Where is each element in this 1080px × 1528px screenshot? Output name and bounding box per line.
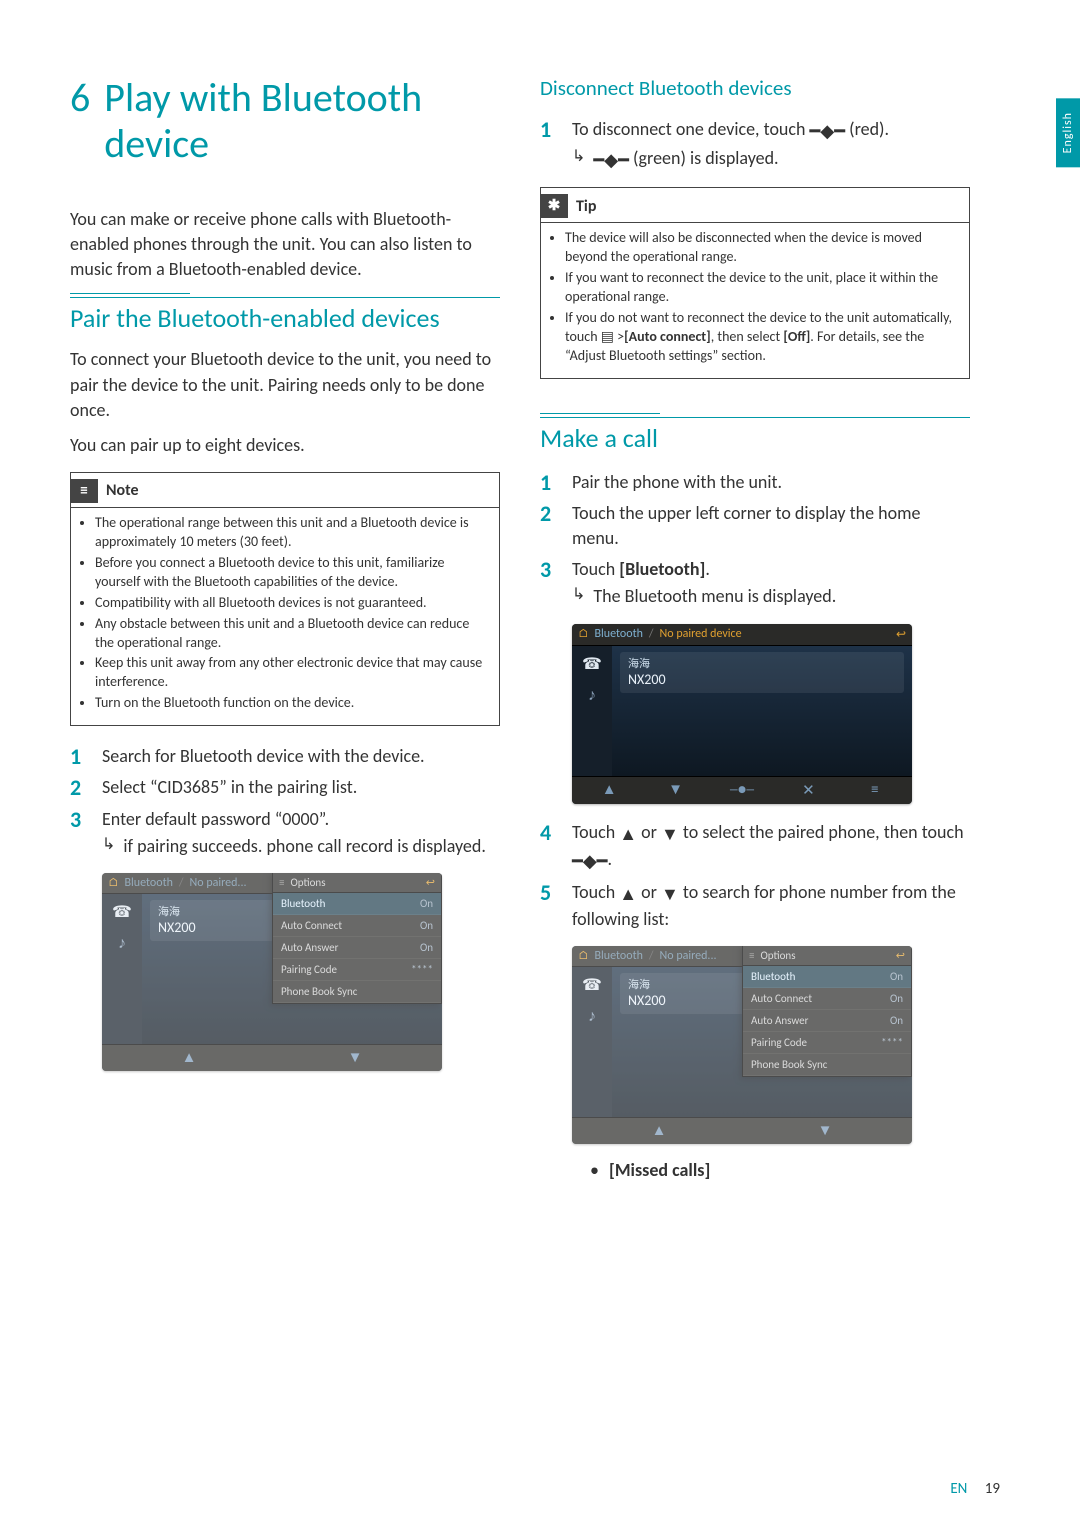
step-text: Select “CID3685” in the pairing list. [102, 775, 500, 800]
step-number: 1 [540, 117, 560, 173]
note-item: The operational range between this unit … [95, 514, 487, 552]
menu-icon: ≡ [279, 876, 284, 889]
up-icon: ▲ [106, 1049, 272, 1067]
tip-item: If you do not want to reconnect the devi… [565, 309, 957, 366]
up-icon: ▲ [576, 1122, 742, 1140]
options-panel: ≡ Options ↩ BluetoothOn Auto ConnectOn A… [742, 946, 912, 1077]
step-text: Search for Bluetooth device with the dev… [102, 744, 500, 769]
menu-icon: ≡ [749, 949, 754, 962]
call-list: • [Missed calls] [590, 1158, 970, 1183]
chapter-title: 6 Play with Bluetooth device [70, 75, 500, 167]
note-icon: ≡ [70, 479, 98, 503]
note-item: Keep this unit away from any other elect… [95, 654, 487, 692]
step-number: 3 [70, 807, 90, 859]
music-icon: ♪ [588, 1007, 596, 1026]
tip-label: Tip [576, 196, 596, 218]
step-number: 2 [70, 775, 90, 800]
tip-item: The device will also be disconnected whe… [565, 229, 957, 267]
disconnect-heading: Disconnect Bluetooth devices [540, 75, 970, 101]
page-body: 6 Play with Bluetooth device You can mak… [0, 0, 1080, 1237]
music-icon: ♪ [118, 934, 126, 953]
phone-icon: ☎ [582, 654, 602, 674]
step-text: Touch ▲ or ▼ to select the paired phone,… [572, 820, 970, 874]
note-item: Turn on the Bluetooth function on the de… [95, 694, 487, 713]
pair-steps: 1 Search for Bluetooth device with the d… [70, 744, 500, 859]
step-number: 5 [540, 880, 560, 932]
note-item: Any obstacle between this unit and a Blu… [95, 615, 487, 653]
result-arrow-icon: ↳ [572, 584, 585, 609]
pair-paragraph-2: You can pair up to eight devices. [70, 433, 500, 458]
result-arrow-icon: ↳ [102, 834, 115, 859]
options-panel: ≡ Options ↩ BluetoothOn Auto ConnectOn A… [272, 873, 442, 1004]
step-number: 1 [70, 744, 90, 769]
make-call-heading: Make a call [540, 417, 970, 454]
step-number: 4 [540, 820, 560, 874]
menu-icon: ≡ [842, 781, 908, 800]
step-number: 1 [540, 470, 560, 495]
phone-icon: ☎ [582, 975, 602, 995]
up-arrow-icon: ▲ [619, 822, 637, 847]
page-footer: EN 19 [950, 1480, 1000, 1498]
note-item: Compatibility with all Bluetooth devices… [95, 594, 487, 613]
close-icon: ✕ [775, 781, 841, 800]
step-text: Touch [Bluetooth]. ↳ The Bluetooth menu … [572, 557, 970, 609]
step-number: 2 [540, 501, 560, 551]
link-icon: ━◆━ [572, 849, 608, 874]
list-item: [Missed calls] [609, 1158, 710, 1183]
step-text: Touch the upper left corner to display t… [572, 501, 970, 551]
up-icon: ▲ [576, 781, 642, 800]
page-number: 19 [985, 1480, 1000, 1498]
note-callout: ≡ Note The operational range between thi… [70, 472, 500, 726]
down-icon: ▼ [642, 781, 708, 800]
section-rule [70, 293, 190, 294]
down-icon: ▼ [272, 1049, 438, 1067]
step-text: Enter default password “0000”. ↳ if pair… [102, 807, 500, 859]
back-icon: ↩ [896, 627, 906, 642]
ui-screenshot-options-2: ⌂ Bluetooth / No paired... ☎ ♪ 海海 NX200 [572, 946, 912, 1144]
home-icon: ⌂ [108, 876, 119, 890]
note-label: Note [106, 480, 139, 502]
step-result: ━◆━ (green) is displayed. [593, 146, 778, 173]
tip-icon: ✱ [540, 194, 568, 218]
footer-language: EN [950, 1480, 967, 1498]
home-icon: ⌂ [578, 949, 589, 963]
step-result: if pairing succeeds. phone call record i… [123, 834, 486, 859]
down-icon: ▼ [742, 1122, 908, 1140]
music-icon: ♪ [588, 686, 596, 705]
menu-icon: ▤ [601, 328, 614, 345]
down-arrow-icon: ▼ [661, 822, 679, 847]
tip-item: If you want to reconnect the device to t… [565, 269, 957, 307]
back-icon: ↩ [426, 876, 435, 889]
chapter-heading: Play with Bluetooth device [104, 75, 500, 167]
link-icon: ━◆━ [810, 119, 846, 144]
intro-paragraph: You can make or receive phone calls with… [70, 207, 500, 283]
section-rule [540, 413, 660, 414]
ui-screenshot-options: ⌂ Bluetooth / No paired... ☎ ♪ 海海 NX200 [102, 873, 442, 1071]
tip-callout: ✱ Tip The device will also be disconnect… [540, 187, 970, 378]
chapter-number: 6 [70, 75, 90, 167]
back-icon: ↩ [896, 949, 905, 962]
note-item: Before you connect a Bluetooth device to… [95, 554, 487, 592]
step-text: Touch ▲ or ▼ to search for phone number … [572, 880, 970, 932]
step-number: 3 [540, 557, 560, 609]
bullet-icon: • [590, 1158, 599, 1183]
step-result: The Bluetooth menu is displayed. [593, 584, 836, 609]
ui-screenshot-bluetooth: ⌂ Bluetooth / No paired device ↩ ☎ ♪ 海海 … [572, 624, 912, 804]
phone-icon: ☎ [112, 902, 132, 922]
up-arrow-icon: ▲ [619, 882, 637, 907]
section-pair-heading: Pair the Bluetooth-enabled devices [70, 297, 500, 334]
step-text: Pair the phone with the unit. [572, 470, 970, 495]
home-icon: ⌂ [578, 627, 589, 641]
down-arrow-icon: ▼ [661, 882, 679, 907]
link-icon: ━◆━ [593, 148, 629, 173]
result-arrow-icon: ↳ [572, 146, 585, 173]
link-icon: ─●─ [709, 781, 775, 800]
step-text: To disconnect one device, touch ━◆━ (red… [572, 117, 970, 173]
pair-paragraph-1: To connect your Bluetooth device to the … [70, 347, 500, 423]
